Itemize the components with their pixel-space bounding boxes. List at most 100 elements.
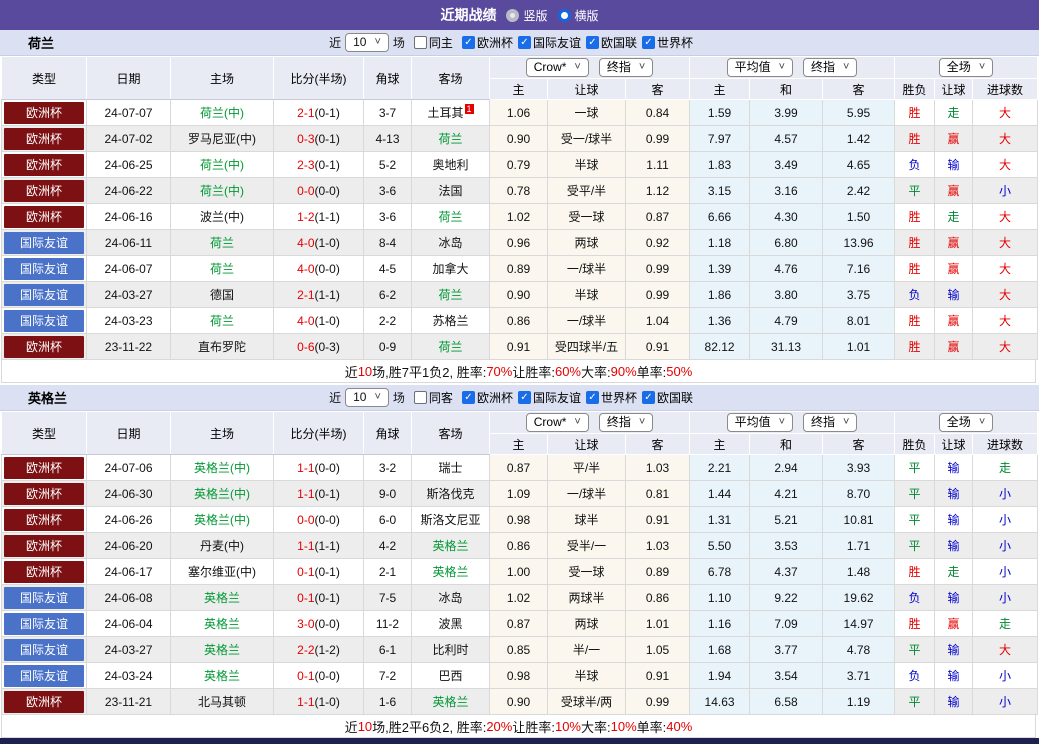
checkbox-checked-icon: ✓ bbox=[517, 36, 531, 49]
league-checkbox[interactable]: ✓ 世界杯 bbox=[641, 34, 693, 51]
result-wdl: 平 bbox=[894, 454, 936, 481]
final-odds-select2[interactable]: 终指 ˅ bbox=[803, 58, 858, 77]
final-odds-select[interactable]: 终指 ˅ bbox=[598, 413, 654, 432]
avg-draw-odds: 3.49 bbox=[749, 151, 824, 178]
match-date: 24-06-07 bbox=[86, 255, 171, 282]
avg-draw-odds: 4.79 bbox=[749, 307, 824, 334]
col-corner: 角球 bbox=[363, 56, 412, 100]
corner-stat: 4-5 bbox=[363, 255, 412, 282]
fulltime-score: 4-0 bbox=[297, 261, 315, 276]
bookmaker-select[interactable]: Crow* ˅ bbox=[525, 58, 589, 77]
fulltime-score: 0-3 bbox=[297, 131, 315, 146]
match-type-cell: 欧洲杯 bbox=[1, 125, 87, 152]
home-team: 罗马尼亚(中) bbox=[170, 125, 274, 152]
chevron-down-icon: ˅ bbox=[778, 416, 786, 428]
halftime-score: (1-1) bbox=[314, 287, 340, 302]
halftime-score: (1-0) bbox=[314, 694, 340, 709]
home-odds: 0.89 bbox=[489, 255, 548, 282]
avg-draw-odds: 7.09 bbox=[749, 610, 824, 637]
scope-value: 全场 bbox=[946, 60, 971, 74]
league-checkbox[interactable]: ✓ 欧洲杯 bbox=[461, 389, 513, 406]
layout-radio-horizontal[interactable]: 横版 bbox=[557, 7, 599, 24]
result-handicap: 赢 bbox=[934, 333, 974, 360]
col-away: 客场 bbox=[411, 411, 490, 455]
same-venue-checkbox[interactable]: 同客 bbox=[413, 389, 453, 406]
results-table-england: 类型 日期 主场 比分(半场) 角球 客场 Crow* ˅ 终指 ˅ 平均值 ˅ 终指… bbox=[1, 411, 1039, 715]
col-avg-home: 主 bbox=[689, 78, 751, 100]
result-goals: 小 bbox=[972, 177, 1039, 204]
match-type-badge: 欧洲杯 bbox=[4, 101, 84, 124]
chevron-down-icon: ˅ bbox=[638, 416, 646, 428]
scope-select[interactable]: 全场 ˅ bbox=[938, 413, 994, 432]
league-checkbox[interactable]: ✓ 欧国联 bbox=[585, 34, 637, 51]
result-goals: 小 bbox=[972, 480, 1039, 507]
match-type-cell: 国际友谊 bbox=[1, 636, 87, 663]
result-goals: 小 bbox=[972, 532, 1039, 559]
result-wdl: 胜 bbox=[894, 203, 936, 230]
average-select[interactable]: 平均值 ˅ bbox=[726, 58, 794, 77]
same-venue-checkbox[interactable]: 同主 bbox=[413, 34, 453, 51]
result-goals: 小 bbox=[972, 662, 1039, 689]
match-type-badge: 国际友谊 bbox=[4, 257, 84, 280]
result-handicap: 赢 bbox=[934, 610, 974, 637]
bookmaker-select[interactable]: Crow* ˅ bbox=[525, 413, 589, 432]
handicap-line: 半球 bbox=[547, 281, 626, 308]
avg-away-odds: 2.42 bbox=[822, 177, 896, 204]
final-odds-select2[interactable]: 终指 ˅ bbox=[803, 413, 858, 432]
match-row: 国际友谊 24-06-04 英格兰 3-0(0-0) 11-2 波黑 0.87 两球 1.01 1… bbox=[1, 610, 1039, 637]
league-checkbox[interactable]: ✓ 世界杯 bbox=[585, 389, 637, 406]
fulltime-score: 2-2 bbox=[297, 642, 315, 657]
away-team: 苏格兰 bbox=[411, 307, 490, 334]
match-type-badge: 欧洲杯 bbox=[4, 205, 84, 228]
layout-radio-vertical[interactable]: 竖版 bbox=[506, 7, 548, 24]
league-label: 世界杯 bbox=[600, 391, 637, 405]
home-team: 荷兰 bbox=[170, 255, 274, 282]
result-wdl: 胜 bbox=[894, 333, 936, 360]
corner-stat: 1-6 bbox=[363, 688, 412, 715]
corner-stat: 6-2 bbox=[363, 281, 412, 308]
result-goals: 大 bbox=[972, 281, 1039, 308]
score-cell: 0-3(0-1) bbox=[273, 125, 364, 152]
league-checkbox[interactable]: ✓ 欧洲杯 bbox=[461, 34, 513, 51]
chevron-down-icon: ˅ bbox=[978, 61, 986, 73]
home-team: 丹麦(中) bbox=[170, 532, 274, 559]
scope-select[interactable]: 全场 ˅ bbox=[938, 58, 994, 77]
away-odds: 0.87 bbox=[624, 203, 691, 230]
match-count-select[interactable]: 10 ˅ bbox=[345, 33, 389, 52]
match-type-cell: 国际友谊 bbox=[1, 229, 87, 256]
result-handicap: 走 bbox=[934, 203, 974, 230]
checkbox-checked-icon: ✓ bbox=[461, 391, 475, 404]
handicap-line: 半/一 bbox=[547, 636, 626, 663]
final-odds-select[interactable]: 终指 ˅ bbox=[598, 58, 654, 77]
match-count-value: 10 bbox=[353, 390, 367, 404]
summary-text: 大率: bbox=[581, 719, 611, 735]
league-checkbox[interactable]: ✓ 欧国联 bbox=[641, 389, 693, 406]
away-team: 加拿大 bbox=[411, 255, 490, 282]
home-team: 荷兰 bbox=[170, 229, 274, 256]
away-odds: 0.84 bbox=[624, 99, 691, 126]
red-card-badge: 1 bbox=[464, 104, 474, 114]
home-odds: 1.02 bbox=[489, 584, 548, 611]
league-checkbox[interactable]: ✓ 国际友谊 bbox=[517, 34, 581, 51]
halftime-score: (0-1) bbox=[314, 590, 340, 605]
score-cell: 0-1(0-1) bbox=[273, 558, 364, 585]
match-count-select[interactable]: 10 ˅ bbox=[345, 388, 389, 407]
final-odds-value: 终指 bbox=[606, 415, 631, 429]
league-checkbox[interactable]: ✓ 国际友谊 bbox=[517, 389, 581, 406]
halftime-score: (1-1) bbox=[314, 538, 340, 553]
avg-home-odds: 82.12 bbox=[689, 333, 751, 360]
summary-stat-value: 20% bbox=[486, 718, 513, 734]
match-date: 24-06-08 bbox=[86, 584, 171, 611]
score-cell: 4-0(0-0) bbox=[273, 255, 364, 282]
match-type-cell: 欧洲杯 bbox=[1, 99, 87, 126]
handicap-line: 受四球半/五 bbox=[547, 333, 626, 360]
average-select[interactable]: 平均值 ˅ bbox=[726, 413, 794, 432]
corner-stat: 6-0 bbox=[363, 506, 412, 533]
handicap-line: 两球半 bbox=[547, 584, 626, 611]
summary-text: 场,胜7平1负2, 胜率: bbox=[372, 364, 487, 380]
bookmaker-value: Crow* bbox=[533, 415, 567, 429]
col-goals-result: 进球数 bbox=[972, 433, 1039, 455]
halftime-score: (1-1) bbox=[314, 209, 340, 224]
avg-away-odds: 4.78 bbox=[822, 636, 896, 663]
score-cell: 0-1(0-1) bbox=[273, 584, 364, 611]
